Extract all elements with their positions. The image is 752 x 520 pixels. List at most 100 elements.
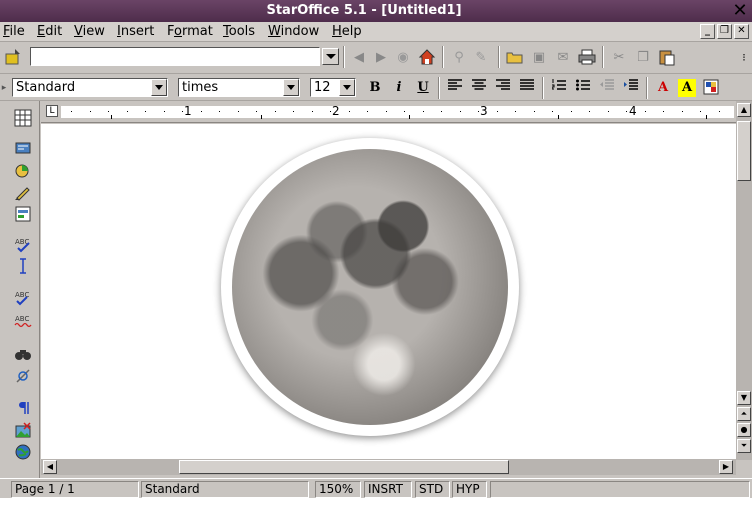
numbering-icon[interactable]	[550, 79, 568, 97]
edit-file-icon[interactable]	[4, 48, 22, 66]
menu-insert[interactable]: Insert	[117, 24, 154, 39]
font-size-select[interactable]: 12	[310, 78, 356, 97]
ruler-dot	[367, 111, 368, 112]
underline-button[interactable]: U	[414, 79, 432, 97]
moon-image-frame[interactable]	[221, 138, 519, 436]
open-folder-icon[interactable]	[506, 48, 524, 66]
online-layout-icon[interactable]	[13, 443, 33, 463]
decrease-indent-icon[interactable]	[598, 79, 616, 97]
background-color-icon[interactable]	[702, 79, 720, 97]
horizontal-scroll-thumb[interactable]	[179, 460, 509, 474]
window-close-icon[interactable]: ✕	[731, 0, 749, 22]
mail-icon[interactable]: ✉	[554, 49, 572, 67]
font-color-button[interactable]: A	[654, 79, 672, 97]
doc-minimize-button[interactable]: _	[700, 24, 715, 39]
chevron-down-icon[interactable]	[151, 79, 167, 96]
copy-icon[interactable]: ❐	[634, 49, 652, 67]
navigator-icon[interactable]	[13, 367, 33, 387]
scroll-up-icon[interactable]: ▲	[737, 103, 751, 117]
menu-format[interactable]: Format	[167, 24, 213, 39]
menu-help[interactable]: Help	[332, 24, 362, 39]
navigation-icon[interactable]: ●	[737, 423, 751, 437]
home-icon[interactable]	[418, 48, 436, 66]
menu-window[interactable]: Window	[268, 24, 319, 39]
chevron-down-icon[interactable]	[339, 79, 355, 96]
back-icon[interactable]: ◀	[350, 49, 368, 67]
graphics-off-icon[interactable]	[13, 421, 33, 441]
form-functions-icon[interactable]	[13, 205, 33, 225]
text-cursor-icon[interactable]	[13, 257, 33, 277]
insert-fields-icon[interactable]	[13, 139, 33, 159]
menu-tools[interactable]: Tools	[223, 24, 255, 39]
bold-button[interactable]: B	[366, 79, 384, 97]
horizontal-scrollbar[interactable]: ◀ ▶	[41, 459, 736, 475]
cut-icon[interactable]: ✂	[610, 49, 628, 67]
url-input[interactable]	[30, 47, 320, 66]
justify-icon[interactable]	[518, 79, 536, 97]
ruler-dot	[460, 111, 461, 112]
find-replace-icon[interactable]	[13, 345, 33, 365]
toolbar-separator	[542, 77, 544, 99]
ruler-dot	[256, 111, 257, 112]
highlight-button[interactable]: A	[678, 79, 696, 97]
toolbar-expand-icon[interactable]: ⁝	[735, 49, 752, 67]
next-page-icon[interactable]: ⏷	[737, 439, 751, 453]
scroll-left-icon[interactable]: ◀	[43, 460, 57, 474]
align-center-icon[interactable]	[470, 79, 488, 97]
tab-type-button[interactable]: L	[46, 105, 58, 117]
paragraph-style-select[interactable]: Standard	[12, 78, 168, 97]
chevron-down-icon[interactable]	[283, 79, 299, 96]
ruler-dot	[497, 111, 498, 112]
print-icon[interactable]	[578, 48, 596, 66]
menu-edit[interactable]: Edit	[37, 24, 62, 39]
auto-spellcheck-toggle-icon[interactable]: ABC	[13, 313, 33, 333]
status-selection-mode[interactable]: STD	[415, 481, 450, 498]
font-name-select[interactable]: times	[178, 78, 300, 97]
paste-icon[interactable]	[658, 48, 676, 66]
stop-icon[interactable]: ◉	[394, 49, 412, 67]
ruler-tick	[409, 115, 410, 119]
save-icon[interactable]: ▣	[530, 49, 548, 67]
ruler-dot	[219, 111, 220, 112]
menu-format-mnemonic: o	[174, 24, 182, 39]
main-toolbar: ABC ABC ABC	[0, 101, 40, 480]
scroll-down-icon[interactable]: ▼	[737, 391, 751, 405]
increase-indent-icon[interactable]	[622, 79, 640, 97]
insert-table-icon[interactable]	[13, 109, 33, 129]
ruler-dot	[608, 111, 609, 112]
nonprinting-chars-icon[interactable]	[13, 399, 33, 419]
status-zoom[interactable]: 150%	[315, 481, 361, 498]
menu-file-rest: ile	[9, 24, 25, 39]
menu-help-mnemonic: H	[332, 24, 342, 39]
desktop-background	[0, 498, 752, 520]
align-right-icon[interactable]	[494, 79, 512, 97]
spellcheck-icon[interactable]: ABC	[13, 289, 33, 309]
scroll-right-icon[interactable]: ▶	[719, 460, 733, 474]
previous-page-icon[interactable]: ⏶	[737, 407, 751, 421]
vertical-scroll-thumb[interactable]	[737, 121, 751, 181]
moon-image	[232, 149, 508, 425]
italic-button[interactable]: i	[390, 79, 408, 97]
url-dropdown-button[interactable]	[322, 48, 339, 65]
edit-doc-icon[interactable]: ✎	[472, 49, 490, 67]
forward-icon[interactable]: ▶	[372, 49, 390, 67]
status-insert-mode[interactable]: INSRT	[364, 481, 412, 498]
autospellcheck-icon[interactable]: ABC	[13, 235, 33, 255]
find-icon[interactable]: ⚲	[450, 49, 468, 67]
vertical-scrollbar[interactable]: ▲ ▼ ⏶ ● ⏷	[736, 101, 752, 460]
draw-functions-icon[interactable]	[13, 183, 33, 203]
menu-view[interactable]: View	[74, 24, 105, 39]
doc-restore-button[interactable]: ❐	[717, 24, 732, 39]
document-window-controls: _ ❐ ✕	[700, 24, 752, 40]
status-hyperlink-mode[interactable]: HYP	[452, 481, 487, 498]
align-left-icon[interactable]	[446, 79, 464, 97]
menu-window-mnemonic: W	[268, 24, 281, 39]
menu-tools-rest: ools	[228, 24, 256, 39]
status-style[interactable]: Standard	[141, 481, 309, 498]
doc-close-button[interactable]: ✕	[734, 24, 749, 39]
insert-object-icon[interactable]	[13, 161, 33, 181]
document-page[interactable]	[41, 124, 736, 459]
bullets-icon[interactable]	[574, 79, 592, 97]
menu-file[interactable]: File	[3, 24, 25, 39]
menu-edit-rest: dit	[45, 24, 63, 39]
